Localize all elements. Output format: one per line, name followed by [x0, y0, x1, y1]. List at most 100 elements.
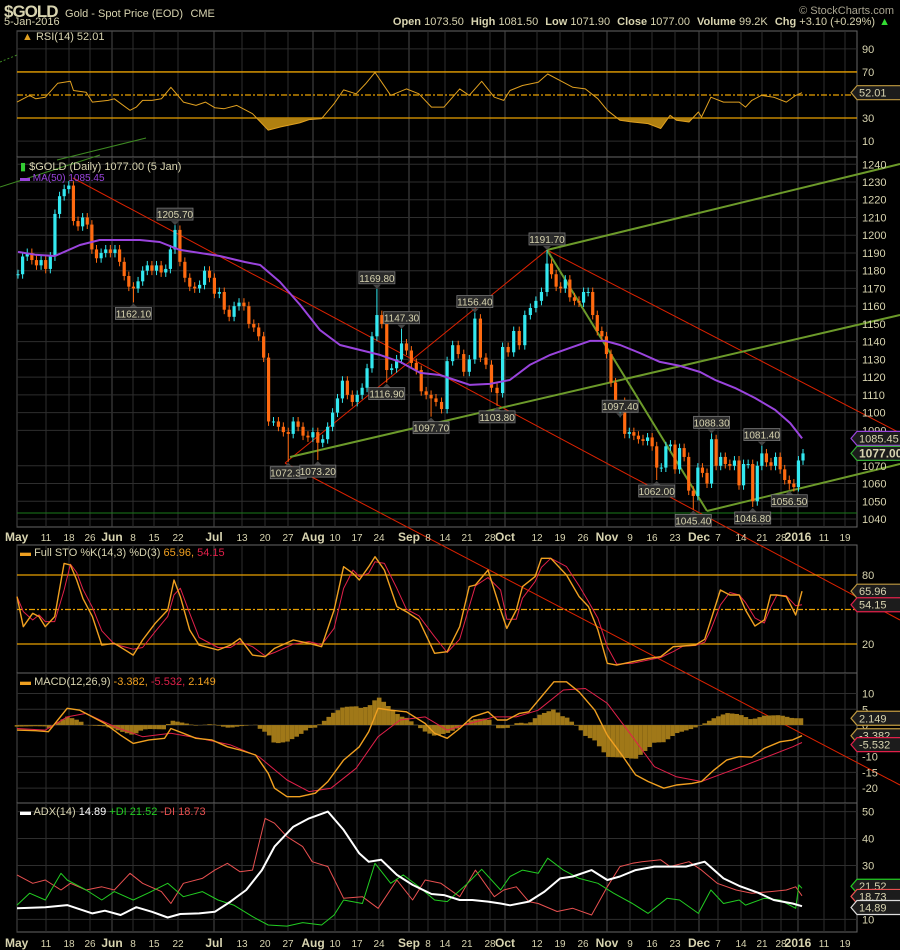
- y-tick-label: 1060: [862, 479, 886, 491]
- macd-histogram-bar: [193, 725, 199, 726]
- macd-histogram-bar: [92, 725, 98, 726]
- macd-histogram-bar: [280, 725, 286, 743]
- candle-body: [700, 467, 705, 473]
- macd-histogram-bar: [523, 723, 529, 726]
- macd-histogram-bar: [335, 710, 341, 726]
- candle-body: [34, 260, 39, 266]
- candle-body: [723, 456, 727, 465]
- signal-value-label: -5.532: [859, 740, 890, 752]
- candle-body: [330, 412, 335, 427]
- candle-body: [159, 265, 163, 273]
- sto-legend-icon: ▬: [20, 547, 31, 559]
- annotation-pointer-icon: [313, 461, 322, 466]
- date-tick-label: 14: [735, 533, 747, 544]
- macd-histogram-bar: [220, 725, 226, 727]
- candle-body: [311, 432, 315, 438]
- price-annotation: 1056.50: [771, 497, 808, 508]
- candle-body: [714, 439, 718, 466]
- date-tick-label: 17: [351, 939, 363, 950]
- macd-histogram-bar: [798, 718, 804, 726]
- price-annotation: 1205.70: [157, 210, 194, 221]
- sto-d-value: 54.15: [197, 547, 225, 559]
- y-tick-label: 1160: [862, 301, 886, 313]
- macd-histogram-bar: [422, 725, 428, 732]
- candle-body: [217, 291, 221, 294]
- date-tick-label: 14: [439, 939, 451, 950]
- y-tick-label: 1210: [862, 212, 886, 224]
- candle-body: [104, 249, 108, 253]
- macd-histogram-bar: [101, 725, 107, 727]
- macd-histogram-bar: [651, 725, 657, 743]
- macd-histogram-bar: [211, 724, 217, 726]
- candle-body: [212, 277, 216, 294]
- candle-body: [390, 368, 394, 371]
- candle-body: [796, 460, 801, 488]
- date-tick-label: 16: [646, 533, 658, 544]
- macd-title-text: MACD(12,26,9): [34, 676, 110, 688]
- candle-body: [178, 229, 182, 262]
- macd-histogram-bar: [674, 725, 680, 734]
- sto-d-value-label: 54.15: [859, 600, 887, 612]
- macd-histogram-bar: [720, 714, 726, 726]
- y-tick-label: 1190: [862, 248, 886, 260]
- adx-value: 14.89: [79, 806, 107, 818]
- date-tick-label: 26: [84, 533, 96, 544]
- macd-histogram-bar: [317, 724, 322, 726]
- date-tick-label: 23: [669, 939, 681, 950]
- macd-histogram-bar: [780, 715, 785, 726]
- candle-body: [664, 446, 668, 468]
- y-tick-label: 80: [862, 570, 874, 582]
- candle-body: [257, 327, 261, 337]
- date-tick-label: 24: [373, 939, 385, 950]
- price-last-date: (5 Jan): [147, 161, 181, 173]
- macd-histogram-bar: [606, 725, 611, 757]
- candle-body: [572, 297, 577, 301]
- date-tick-label: 15: [148, 939, 160, 950]
- candle-body: [650, 437, 654, 447]
- candle-body: [600, 331, 604, 337]
- candle-body: [207, 270, 212, 278]
- date-tick-label: 8: [130, 939, 136, 950]
- candle-body: [326, 426, 330, 440]
- date-tick-label: 13: [236, 939, 248, 950]
- candle-body: [296, 421, 300, 427]
- macd-value: -3.382: [114, 676, 145, 688]
- candle-body: [154, 265, 159, 271]
- date-tick-label: 21: [461, 533, 473, 544]
- macd-histogram-bar: [74, 719, 79, 726]
- candle-body: [360, 387, 364, 395]
- macd-histogram-bar: [697, 725, 703, 726]
- date-tick-label: 27: [282, 939, 294, 950]
- candle-body: [291, 421, 295, 434]
- candle-body: [751, 464, 755, 502]
- date-tick-label: 21: [461, 939, 473, 950]
- panel-frame: [16, 802, 858, 933]
- date-tick-label: 21: [756, 533, 768, 544]
- macd-histogram-bar: [97, 725, 102, 727]
- macd-histogram-bar: [349, 706, 354, 726]
- macd-histogram-bar: [486, 719, 492, 726]
- price-title-text: $GOLD (Daily): [29, 161, 101, 173]
- candle-body: [316, 432, 320, 443]
- macd-histogram-bar: [596, 725, 602, 747]
- price-annotation: 1162.10: [116, 309, 152, 320]
- candle-body: [67, 185, 71, 190]
- macd-histogram-bar: [19, 725, 24, 727]
- macd-histogram-bar: [340, 707, 345, 726]
- candle-body: [306, 435, 310, 438]
- candle-body: [568, 279, 572, 298]
- date-tick-label: 22: [172, 533, 184, 544]
- macd-histogram-bar: [702, 723, 707, 726]
- date-tick-label: May: [5, 530, 29, 544]
- rsi-title: ▲ RSI(14) 52.01: [22, 31, 104, 43]
- minus-di-label: -DI: [160, 806, 175, 818]
- y-tick-label: 20: [862, 639, 874, 651]
- y-tick-label: 70: [862, 67, 874, 79]
- macd-histogram-bar: [399, 716, 405, 726]
- candle-body: [554, 274, 558, 287]
- macd-histogram-bar: [69, 718, 75, 726]
- candle-body: [409, 350, 413, 363]
- date-tick-label: 23: [669, 533, 681, 544]
- candle-body: [136, 281, 140, 289]
- annotation-pointer-icon: [129, 303, 138, 308]
